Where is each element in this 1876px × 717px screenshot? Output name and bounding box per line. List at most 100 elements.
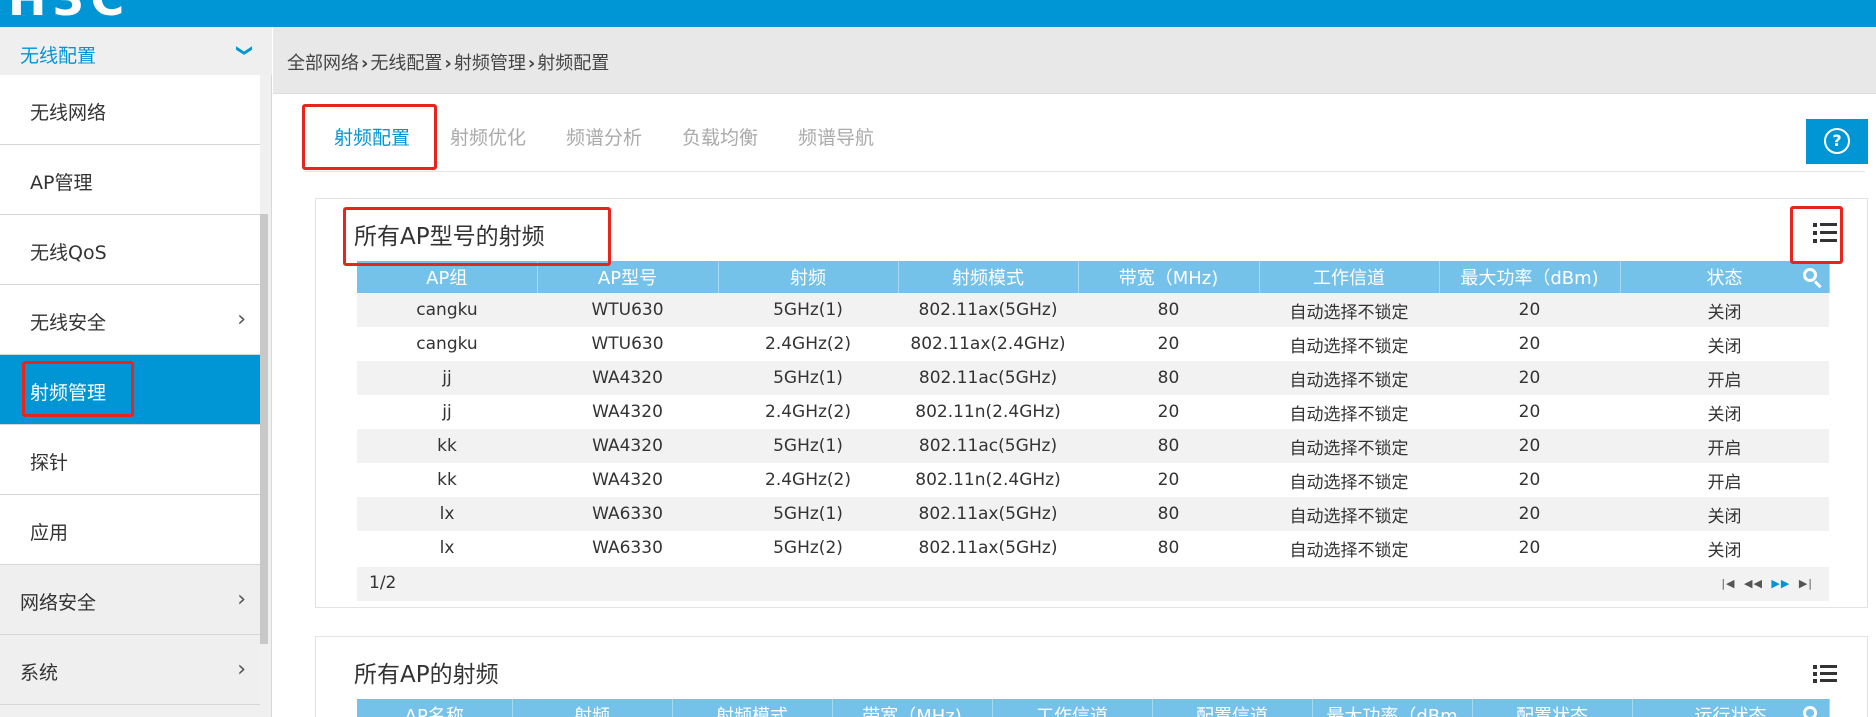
sidebar-item[interactable]: 应用	[0, 495, 260, 565]
table-cell: 802.11ac(5GHz)	[898, 429, 1078, 463]
table-cell: 关闭	[1620, 293, 1829, 327]
table-cell: 20	[1439, 395, 1620, 429]
sidebar-item[interactable]: 无线QoS	[0, 215, 260, 285]
sidebar-item[interactable]: 探针	[0, 425, 260, 495]
first-page-icon[interactable]: |◀	[1721, 577, 1735, 590]
table-cell: 20	[1439, 497, 1620, 531]
table-cell: WTU630	[537, 327, 718, 361]
column-header-label: 状态	[1706, 268, 1743, 289]
column-header[interactable]: 射频	[718, 261, 899, 293]
sidebar-item[interactable]: 无线安全 ›	[0, 285, 260, 355]
table-cell: 20	[1439, 531, 1620, 565]
breadcrumb-item[interactable]: 射频配置	[537, 53, 609, 74]
sidebar-item-label: 应用	[30, 522, 69, 544]
breadcrumb-item[interactable]: 全部网络	[287, 53, 359, 74]
table-cell: 自动选择不锁定	[1259, 293, 1439, 327]
table-cell: 关闭	[1620, 531, 1829, 565]
brand-logo: H3C	[8, 0, 130, 26]
sidebar-group[interactable]: 系统 ›	[0, 635, 260, 705]
table-cell: jj	[357, 361, 537, 395]
table-cell: 5GHz(1)	[718, 497, 898, 531]
table-cell: 关闭	[1620, 327, 1829, 361]
table-cell: 自动选择不锁定	[1259, 361, 1439, 395]
table-row[interactable]: cangku WTU630 2.4GHz(2) 802.11ax(2.4GHz) 20 自…	[357, 327, 1829, 361]
sidebar-scrollbar[interactable]	[260, 214, 268, 644]
sidebar-group[interactable]: 网络安全 ›	[0, 565, 260, 635]
last-page-icon[interactable]: ▶|	[1799, 577, 1813, 590]
breadcrumb-item[interactable]: 射频管理	[454, 53, 526, 74]
table-cell: 2.4GHz(2)	[718, 463, 898, 497]
column-header[interactable]: 射频模式	[672, 699, 833, 717]
column-header[interactable]: 最大功率（dBm	[1312, 699, 1473, 717]
table-cell: 20	[1078, 395, 1259, 429]
table-cell: 5GHz(1)	[718, 293, 898, 327]
sidebar-item-label: 无线安全	[30, 312, 107, 334]
sidebar-item-label: 无线网络	[30, 102, 107, 124]
table-row[interactable]: lx WA6330 5GHz(2) 802.11ax(5GHz) 80 自动选择不锁定 20…	[357, 531, 1829, 565]
highlight-list-icon	[1790, 206, 1843, 264]
tab-item[interactable]: 负载均衡	[682, 123, 758, 150]
sidebar-item[interactable]: 无线网络	[0, 75, 260, 145]
list-icon[interactable]	[1813, 665, 1837, 687]
table-row[interactable]: kk WA4320 5GHz(1) 802.11ac(5GHz) 80 自动选择不锁定 20…	[357, 429, 1829, 463]
column-header[interactable]: 运行状态	[1632, 699, 1830, 717]
table-cell: 5GHz(2)	[718, 531, 898, 565]
table-cell: 802.11ax(5GHz)	[898, 497, 1078, 531]
table-cell: 自动选择不锁定	[1259, 327, 1439, 361]
table-cell: 关闭	[1620, 395, 1829, 429]
table-cell: 自动选择不锁定	[1259, 497, 1439, 531]
search-icon[interactable]	[1802, 268, 1822, 289]
table-cell: kk	[357, 429, 537, 463]
table-cell: 自动选择不锁定	[1259, 463, 1439, 497]
column-header[interactable]: 配置状态	[1472, 699, 1633, 717]
column-header[interactable]: 工作信道	[1259, 261, 1440, 293]
sidebar-item-label: AP管理	[30, 172, 93, 194]
table-cell: 20	[1078, 327, 1259, 361]
column-header[interactable]: 配置信道	[1152, 699, 1313, 717]
table-cell: 802.11ax(2.4GHz)	[898, 327, 1078, 361]
column-header[interactable]: 状态	[1620, 261, 1830, 293]
highlight-tab-radio-config	[302, 104, 437, 170]
table-row[interactable]: kk WA4320 2.4GHz(2) 802.11n(2.4GHz) 20 自动选择不锁…	[357, 463, 1829, 497]
table-cell: 20	[1078, 463, 1259, 497]
column-header[interactable]: 工作信道	[992, 699, 1153, 717]
column-header[interactable]: 最大功率（dBm)	[1439, 261, 1621, 293]
sidebar-item-label: 探针	[30, 452, 69, 474]
table-row[interactable]: cangku WTU630 5GHz(1) 802.11ax(5GHz) 80 自动选择不…	[357, 293, 1829, 327]
prev-page-icon[interactable]: ◀◀	[1744, 577, 1763, 590]
column-header[interactable]: 射频模式	[898, 261, 1079, 293]
table-cell: 5GHz(1)	[718, 429, 898, 463]
search-icon[interactable]	[1802, 706, 1821, 717]
breadcrumb-item[interactable]: 无线配置	[370, 53, 442, 74]
sidebar-group-wireless-config[interactable]: 无线配置 ❯	[0, 27, 272, 75]
column-header[interactable]: 带宽（MHz)	[1078, 261, 1260, 293]
sidebar-item[interactable]: AP管理	[0, 145, 260, 215]
column-header[interactable]: 带宽（MHz)	[832, 699, 993, 717]
table-row[interactable]: lx WA6330 5GHz(1) 802.11ax(5GHz) 80 自动选择不锁定 20…	[357, 497, 1829, 531]
tab-item[interactable]: 射频优化	[450, 123, 526, 150]
help-button[interactable]: ?	[1806, 119, 1868, 164]
table-row[interactable]: jj WA4320 2.4GHz(2) 802.11n(2.4GHz) 20 自动选择不锁…	[357, 395, 1829, 429]
table-cell: 2.4GHz(2)	[718, 395, 898, 429]
sidebar-group-label: 系统	[20, 662, 59, 684]
tab-item[interactable]: 频谱分析	[566, 123, 642, 150]
table-footer: 1/2 |◀ ◀◀ ▶▶ ▶|	[357, 567, 1829, 601]
panel-ap-radios: 所有AP的射频 AP名称 射频 射频模式 带宽（MHz) 工作信道 配置信道 最大功率（dB…	[315, 636, 1868, 717]
highlight-panel-title	[343, 207, 611, 266]
column-header[interactable]: 射频	[512, 699, 673, 717]
next-page-icon[interactable]: ▶▶	[1771, 577, 1790, 590]
highlight-sidebar-radio-mgmt	[22, 361, 134, 417]
column-header-label: 运行状态	[1694, 706, 1767, 717]
table-cell: 自动选择不锁定	[1259, 395, 1439, 429]
table-cell: 开启	[1620, 429, 1829, 463]
table-cell: lx	[357, 531, 537, 565]
column-header[interactable]: AP名称	[357, 699, 513, 717]
table-cell: 20	[1439, 293, 1620, 327]
table-cell: 开启	[1620, 361, 1829, 395]
tab-item[interactable]: 频谱导航	[798, 123, 874, 150]
table-cell: 80	[1078, 429, 1259, 463]
table-cell: 802.11n(2.4GHz)	[898, 463, 1078, 497]
page-indicator: 1/2	[369, 573, 397, 593]
table-row[interactable]: jj WA4320 5GHz(1) 802.11ac(5GHz) 80 自动选择不锁定 20…	[357, 361, 1829, 395]
table-cell: 20	[1439, 361, 1620, 395]
